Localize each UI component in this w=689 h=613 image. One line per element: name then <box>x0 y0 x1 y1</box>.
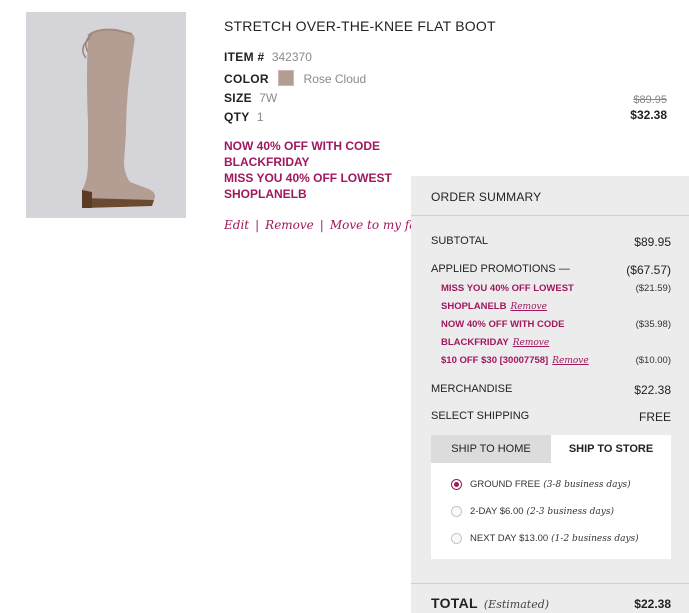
option-name: 2-DAY $6.00 <box>470 506 524 517</box>
move-to-favorites-link[interactable]: Move to my fav <box>330 218 423 232</box>
product-promo-text: NOW 40% OFF WITH CODE BLACKFRIDAY MISS Y… <box>224 138 392 202</box>
promo-line: NOW 40% OFF WITH CODE <box>224 139 380 153</box>
option-detail: (2-3 business days) <box>526 506 615 517</box>
option-detail: (3-8 business days) <box>543 479 631 490</box>
tab-ship-to-home[interactable]: SHIP TO HOME <box>431 435 551 463</box>
color-label: COLOR <box>224 72 269 86</box>
shipping-row: SELECT SHIPPING FREE <box>431 410 671 424</box>
order-summary-panel: ORDER SUMMARY SUBTOTAL $89.95 APPLIED PR… <box>411 176 689 613</box>
shipping-tabs: SHIP TO HOME SHIP TO STORE <box>431 435 671 463</box>
promo-line: SHOPLANELB <box>224 187 307 201</box>
color-value: Rose Cloud <box>303 72 367 86</box>
promotion-name: MISS YOU 40% OFF LOWEST <box>441 283 574 294</box>
separator: | <box>319 218 324 232</box>
total-row: TOTAL (Estimated) $22.38 <box>431 595 671 613</box>
subtotal-row: SUBTOTAL $89.95 <box>431 235 671 249</box>
size-value: 7W <box>259 91 278 105</box>
option-detail: (1-2 business days) <box>551 533 639 544</box>
remove-promotion-link[interactable]: Remove <box>552 356 588 366</box>
promo-line: MISS YOU 40% OFF LOWEST <box>224 171 392 185</box>
size-label: SIZE <box>224 91 252 105</box>
applied-promotions-value: ($67.57) <box>626 263 671 277</box>
boot-illustration <box>26 12 186 218</box>
promo-line: BLACKFRIDAY <box>224 155 310 169</box>
promotion-name: $10 OFF $30 [30007758] <box>441 355 549 366</box>
qty-value: 1 <box>256 110 264 124</box>
remove-promotion-link[interactable]: Remove <box>510 302 546 312</box>
promotion-item: MISS YOU 40% OFF LOWEST SHOPLANELB Remove… <box>441 280 671 316</box>
shipping-label: SELECT SHIPPING <box>431 410 530 422</box>
applied-promotions-row[interactable]: APPLIED PROMOTIONS — ($67.57) <box>431 263 671 277</box>
radio-button[interactable] <box>451 479 462 490</box>
option-name: NEXT DAY $13.00 <box>470 533 549 544</box>
original-price: $89.95 <box>633 94 667 106</box>
shipping-option-next-day[interactable]: NEXT DAY $13.00 (1-2 business days) <box>451 533 639 544</box>
product-image[interactable] <box>26 12 186 218</box>
promotion-amount: ($35.98) <box>635 319 671 330</box>
remove-promotion-link[interactable]: Remove <box>513 338 549 348</box>
shipping-option-ground[interactable]: GROUND FREE (3-8 business days) <box>451 479 631 490</box>
promotion-item: NOW 40% OFF WITH CODE BLACKFRIDAY Remove … <box>441 316 671 352</box>
merchandise-value: $22.38 <box>634 383 671 397</box>
tab-ship-to-store[interactable]: SHIP TO STORE <box>551 435 671 463</box>
separator: | <box>255 218 260 232</box>
shipping-value: FREE <box>638 410 671 424</box>
size-row: SIZE 7W <box>224 91 277 105</box>
promotion-amount: ($10.00) <box>635 355 671 366</box>
order-summary-heading: ORDER SUMMARY <box>411 176 689 216</box>
remove-link[interactable]: Remove <box>265 218 314 232</box>
promotion-name: NOW 40% OFF WITH CODE <box>441 319 565 330</box>
item-label: ITEM # <box>224 50 265 64</box>
option-name: GROUND FREE <box>470 479 541 490</box>
merchandise-label: MERCHANDISE <box>431 383 513 395</box>
total-label: TOTAL <box>431 595 478 611</box>
divider <box>411 583 689 584</box>
shipping-option-2day[interactable]: 2-DAY $6.00 (2-3 business days) <box>451 506 614 517</box>
product-title: STRETCH OVER-THE-KNEE FLAT BOOT <box>224 18 496 34</box>
subtotal-value: $89.95 <box>634 235 671 249</box>
merchandise-row: MERCHANDISE $22.38 <box>431 383 671 397</box>
edit-link[interactable]: Edit <box>224 218 249 232</box>
promotion-code: SHOPLANELB <box>441 301 507 312</box>
promotion-amount: ($21.59) <box>635 283 671 294</box>
total-note: (Estimated) <box>483 598 550 611</box>
radio-button[interactable] <box>451 506 462 517</box>
promotion-item: $10 OFF $30 [30007758] Remove ($10.00) <box>441 352 671 370</box>
color-row: COLOR Rose Cloud <box>224 70 366 86</box>
promotion-code: BLACKFRIDAY <box>441 337 509 348</box>
product-actions: Edit | Remove | Move to my fav <box>224 218 423 232</box>
subtotal-label: SUBTOTAL <box>431 235 489 247</box>
collapse-toggle[interactable]: — <box>559 263 570 275</box>
color-swatch <box>278 70 295 86</box>
qty-row: QTY 1 <box>224 110 264 124</box>
radio-button[interactable] <box>451 533 462 544</box>
shipping-options: GROUND FREE (3-8 business days) 2-DAY $6… <box>431 463 671 559</box>
total-value: $22.38 <box>634 597 671 611</box>
applied-promotions-label: APPLIED PROMOTIONS <box>431 263 556 275</box>
item-number-row: ITEM # 342370 <box>224 50 312 64</box>
sale-price: $32.38 <box>630 108 667 122</box>
item-value: 342370 <box>271 50 312 64</box>
qty-label: QTY <box>224 110 250 124</box>
